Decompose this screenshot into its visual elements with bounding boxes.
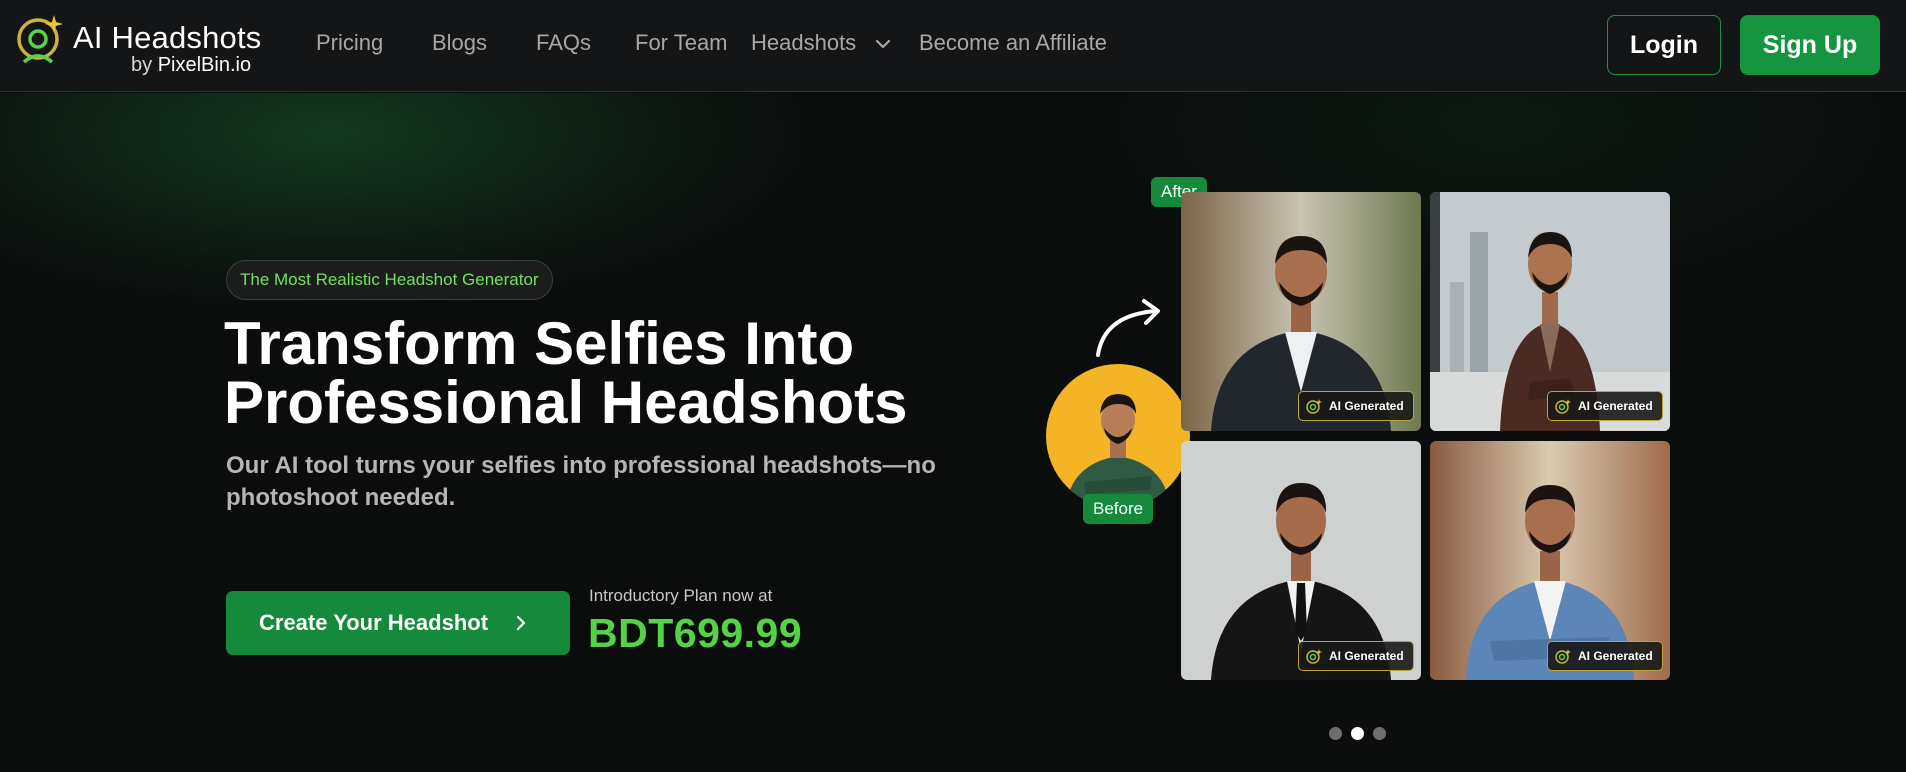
chevron-right-icon — [516, 615, 526, 631]
curved-arrow-icon — [1096, 299, 1160, 357]
sparkle-person-icon — [1555, 399, 1571, 414]
sparkle-person-icon — [1306, 649, 1322, 664]
ai-generated-label: AI Generated — [1329, 399, 1404, 413]
hero-badge: The Most Realistic Headshot Generator — [226, 260, 553, 300]
ai-generated-label: AI Generated — [1578, 649, 1653, 663]
sparkle-person-icon — [17, 15, 63, 64]
nav-for-team[interactable]: For Team — [635, 30, 728, 56]
create-headshot-label: Create Your Headshot — [259, 610, 489, 635]
hero-headline: Transform Selfies Into Professional Head… — [224, 310, 908, 436]
brand-logo[interactable]: AI Headshots by PixelBin.io — [16, 12, 261, 78]
nav-pricing[interactable]: Pricing — [316, 30, 383, 56]
ai-generated-tag: AI Generated — [1547, 391, 1663, 421]
sparkle-person-icon — [1306, 399, 1322, 414]
nav-affiliate[interactable]: Become an Affiliate — [919, 30, 1107, 56]
before-selfie-photo — [1046, 364, 1190, 508]
nav-blogs[interactable]: Blogs — [432, 30, 487, 56]
ai-generated-label: AI Generated — [1329, 649, 1404, 663]
ai-generated-tag: AI Generated — [1298, 641, 1414, 671]
create-headshot-button[interactable]: Create Your Headshot — [226, 591, 570, 655]
brand-title: AI Headshots — [73, 20, 262, 55]
login-button[interactable]: Login — [1607, 15, 1721, 75]
ai-generated-label: AI Generated — [1578, 399, 1653, 413]
nav-faqs[interactable]: FAQs — [536, 30, 591, 56]
chevron-down-icon[interactable] — [873, 34, 893, 54]
top-navbar: AI Headshots by PixelBin.io Pricing Blog… — [0, 0, 1906, 92]
ai-generated-tag: AI Generated — [1547, 641, 1663, 671]
brand-by: by — [131, 54, 153, 76]
carousel-dot-2[interactable] — [1351, 727, 1364, 740]
signup-button[interactable]: Sign Up — [1740, 15, 1880, 75]
carousel-dots — [1329, 727, 1389, 741]
brand-byline: by PixelBin.io — [131, 54, 251, 77]
sparkle-person-icon — [1555, 649, 1571, 664]
ai-generated-tag: AI Generated — [1298, 391, 1414, 421]
before-label: Before — [1083, 494, 1154, 524]
carousel-dot-3[interactable] — [1373, 727, 1386, 740]
intro-plan-label: Introductory Plan now at — [589, 586, 773, 605]
nav-headshots[interactable]: Headshots — [751, 30, 856, 56]
brand-company: PixelBin.io — [157, 54, 252, 76]
intro-price: BDT699.99 — [588, 610, 803, 656]
hero-subhead: Our AI tool turns your selfies into prof… — [226, 452, 936, 511]
carousel-dot-1[interactable] — [1329, 727, 1342, 740]
